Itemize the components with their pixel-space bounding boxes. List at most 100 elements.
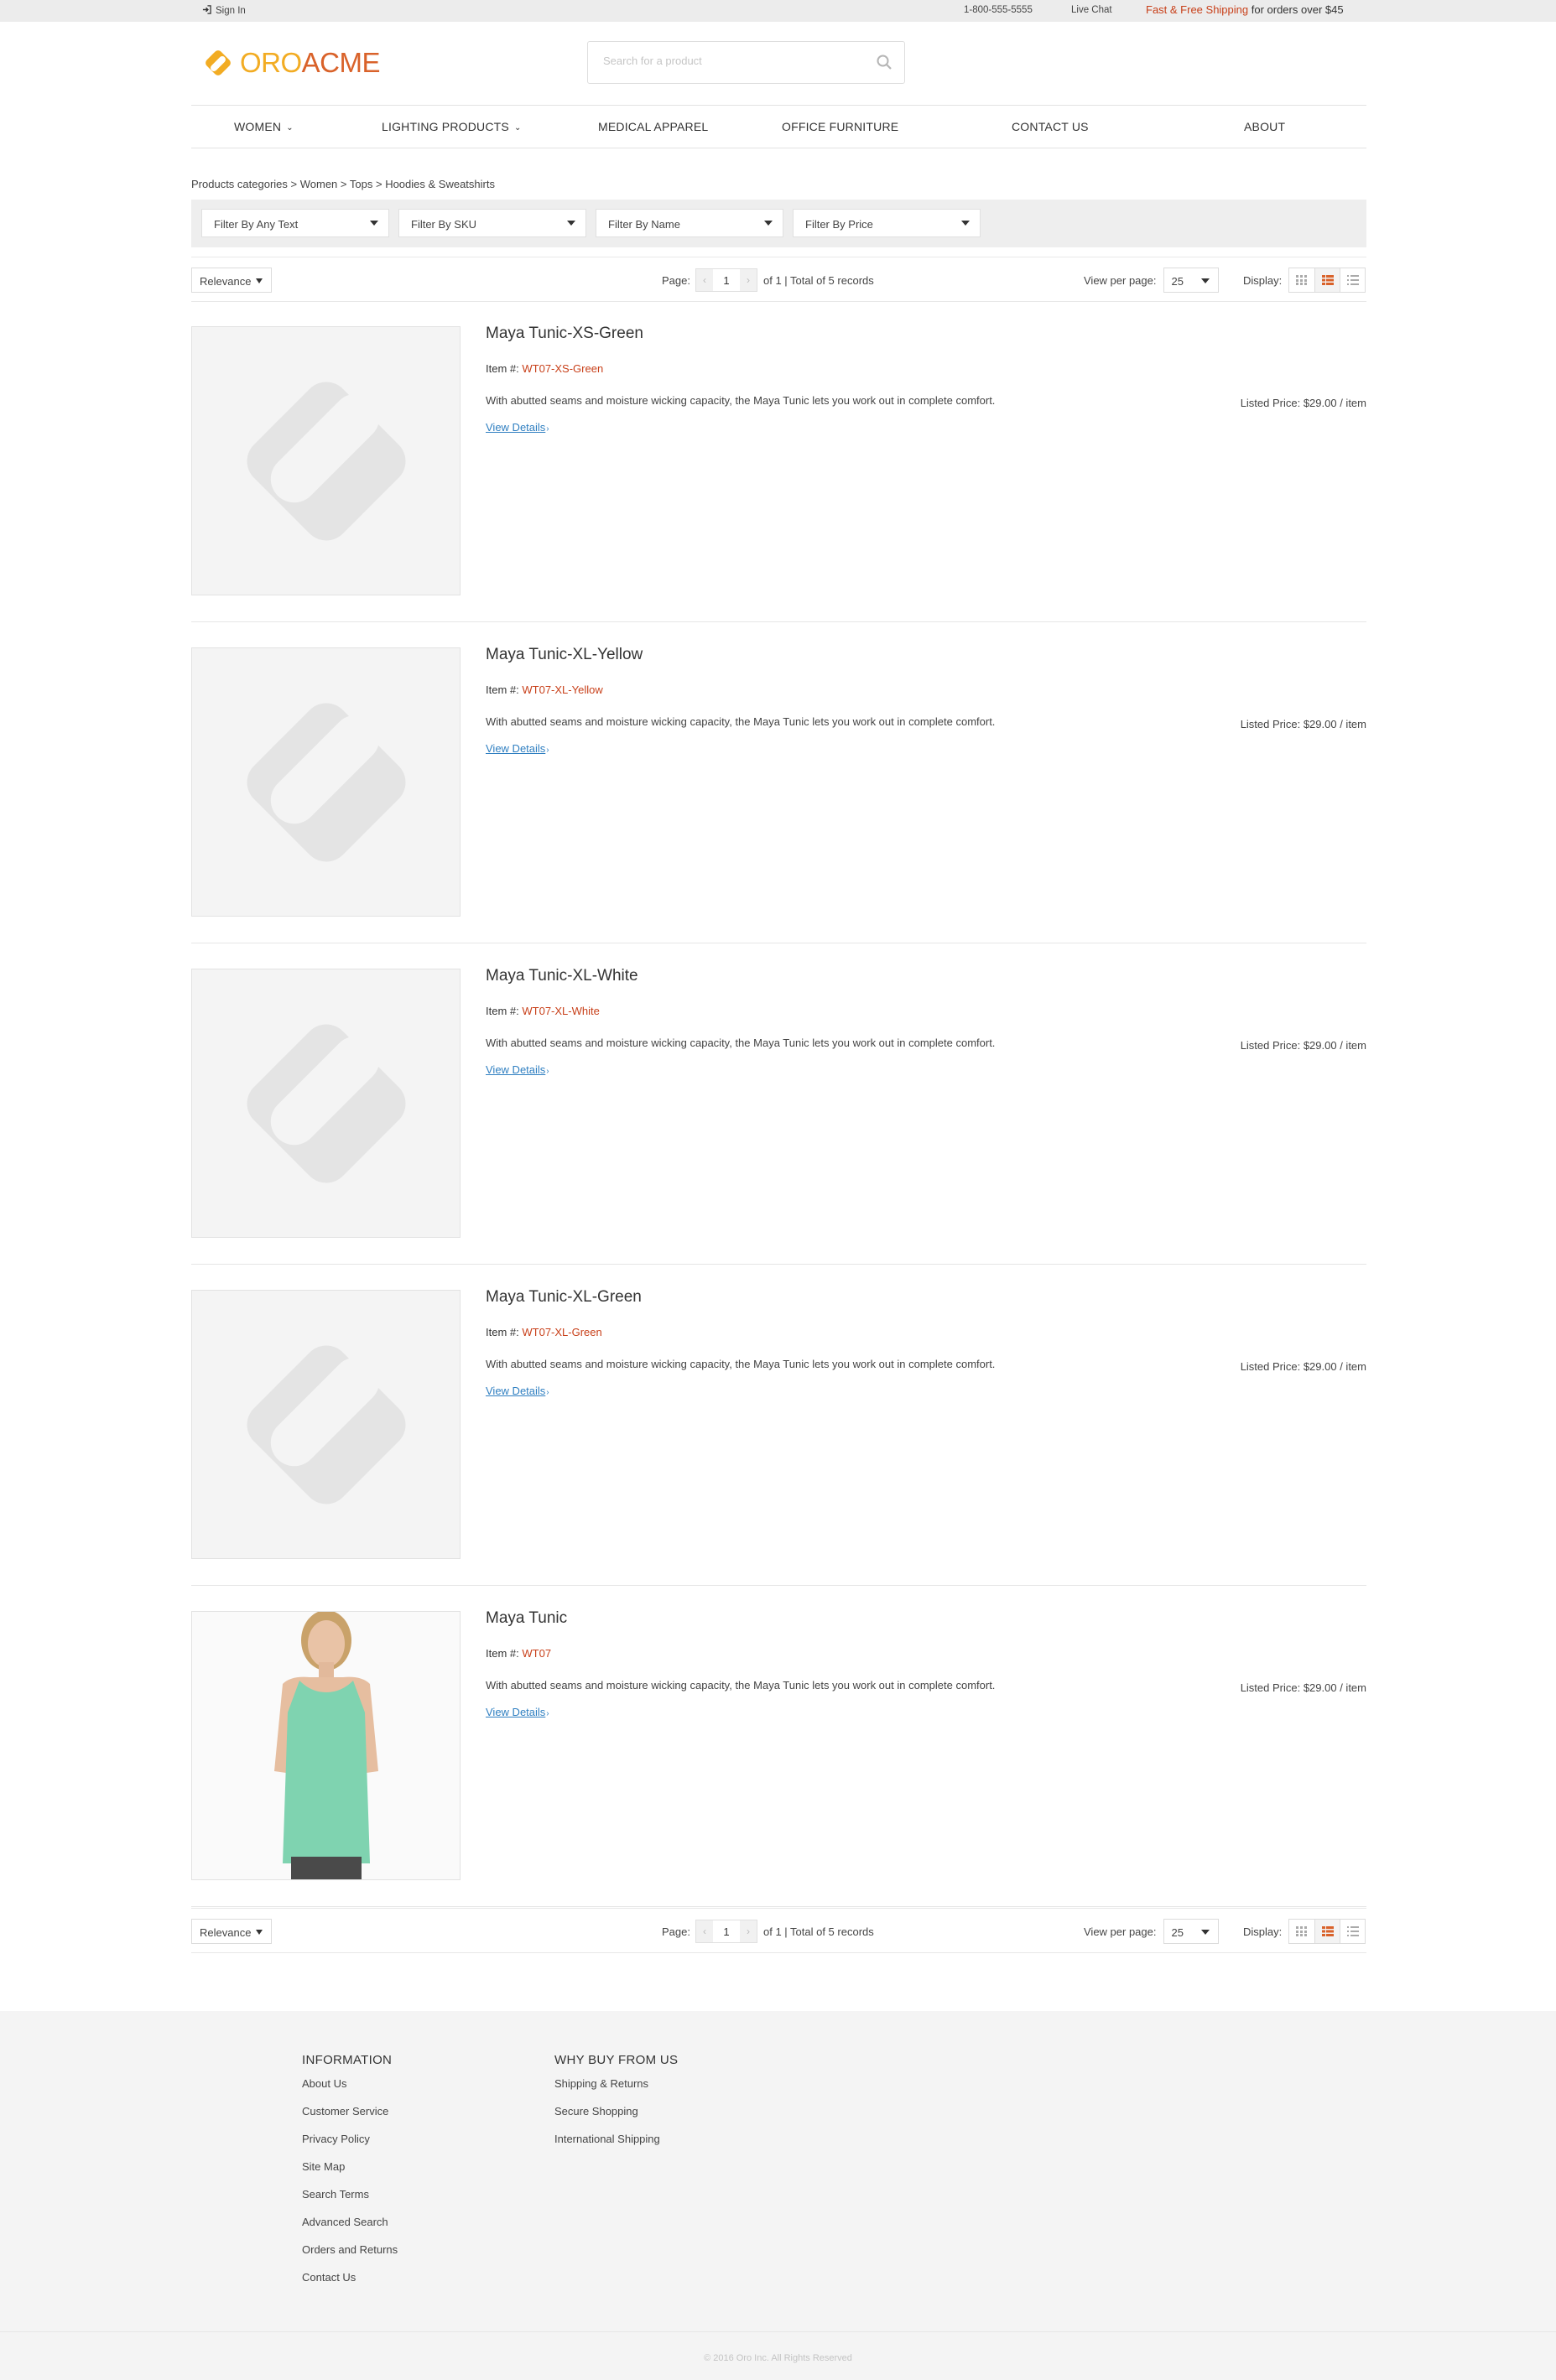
logo-mark-icon bbox=[206, 50, 231, 75]
caret-down-icon bbox=[256, 1930, 263, 1935]
product-description: With abutted seams and moisture wicking … bbox=[486, 1358, 996, 1370]
product-name[interactable]: Maya Tunic-XL-Yellow bbox=[486, 646, 643, 664]
next-page-button[interactable]: › bbox=[739, 1920, 757, 1942]
nav-item-about[interactable]: ABOUT bbox=[1244, 120, 1285, 133]
footer-heading: WHY BUY FROM US bbox=[554, 2053, 679, 2067]
display-label: Display: bbox=[1243, 1925, 1283, 1938]
view-details-link[interactable]: View Details› bbox=[486, 1385, 549, 1397]
footer-link-about-us[interactable]: About Us bbox=[302, 2077, 398, 2105]
chevron-right-icon: › bbox=[546, 1709, 549, 1718]
tank-top-photo bbox=[274, 1612, 378, 1879]
caret-down-icon bbox=[1200, 278, 1210, 283]
footer-link-contact-us[interactable]: Contact Us bbox=[302, 2271, 398, 2299]
sign-in-link[interactable]: Sign In bbox=[202, 5, 246, 17]
search-input[interactable] bbox=[603, 55, 855, 67]
page-number-input[interactable] bbox=[712, 273, 740, 287]
breadcrumb-item[interactable]: Tops bbox=[350, 178, 372, 190]
product-sku: Item #: WT07-XL-Green bbox=[486, 1326, 602, 1338]
per-page-label: View per page: bbox=[1084, 273, 1157, 287]
nav-item-medical-apparel[interactable]: MEDICAL APPAREL bbox=[598, 120, 708, 133]
list-view-button[interactable] bbox=[1314, 268, 1340, 292]
display-mode: Display: bbox=[1243, 268, 1366, 293]
live-chat-link[interactable]: Live Chat bbox=[1071, 5, 1112, 15]
per-page: View per page: 25 bbox=[1084, 1919, 1219, 1944]
listing-toolbar-bottom: Relevance Page: ‹ › of 1 | Total of 5 re… bbox=[191, 1908, 1366, 1953]
product-name[interactable]: Maya Tunic-XS-Green bbox=[486, 325, 643, 343]
footer-link-secure-shopping[interactable]: Secure Shopping bbox=[554, 2105, 678, 2133]
chevron-right-icon: › bbox=[546, 1067, 549, 1076]
product-image-placeholder[interactable] bbox=[191, 326, 461, 595]
nav-item-lighting-products[interactable]: LIGHTING PRODUCTS ⌄ bbox=[382, 120, 522, 133]
search-icon[interactable] bbox=[876, 54, 892, 73]
nav-item-contact-us[interactable]: CONTACT US bbox=[1012, 120, 1089, 133]
page-total: of 1 | Total of 5 records bbox=[762, 273, 874, 287]
product-item: Maya Tunic-XS-Green Item #: WT07-XS-Gree… bbox=[191, 301, 1366, 622]
per-page-select[interactable]: 25 bbox=[1163, 1919, 1219, 1944]
image-placeholder-icon bbox=[247, 1024, 406, 1183]
page-number-input[interactable] bbox=[712, 1925, 740, 1938]
compact-view-button[interactable] bbox=[1340, 268, 1366, 292]
product-image-placeholder[interactable] bbox=[191, 1290, 461, 1559]
product-name[interactable]: Maya Tunic bbox=[486, 1609, 567, 1628]
prev-page-button[interactable]: ‹ bbox=[695, 1920, 713, 1942]
sort-select[interactable]: Relevance bbox=[191, 1919, 272, 1944]
footer-link-advanced-search[interactable]: Advanced Search bbox=[302, 2216, 398, 2243]
chevron-right-icon: › bbox=[546, 1388, 549, 1397]
footer-link-privacy-policy[interactable]: Privacy Policy bbox=[302, 2133, 398, 2160]
prev-page-button[interactable]: ‹ bbox=[695, 269, 713, 291]
sign-in-icon bbox=[202, 5, 211, 17]
product-name[interactable]: Maya Tunic-XL-White bbox=[486, 967, 638, 985]
product-image[interactable] bbox=[191, 1611, 461, 1880]
product-price: Listed Price: $29.00 / item bbox=[1240, 1360, 1366, 1373]
caret-down-icon bbox=[1200, 1930, 1210, 1935]
per-page-label: View per page: bbox=[1084, 1925, 1157, 1938]
product-item: Maya Tunic-XL-Yellow Item #: WT07-XL-Yel… bbox=[191, 622, 1366, 943]
nav-item-women[interactable]: WOMEN ⌄ bbox=[234, 120, 294, 133]
chevron-right-icon: › bbox=[546, 424, 549, 434]
search-box bbox=[587, 41, 905, 84]
breadcrumb-item-current[interactable]: Hoodies & Sweatshirts bbox=[385, 178, 495, 190]
image-placeholder-icon bbox=[247, 382, 406, 541]
breadcrumb-item[interactable]: Women bbox=[300, 178, 338, 190]
footer-link-shipping-returns[interactable]: Shipping & Returns bbox=[554, 2077, 678, 2105]
product-item: Maya Tunic-XL-White Item #: WT07-XL-Whit… bbox=[191, 943, 1366, 1265]
grid-icon bbox=[1296, 275, 1308, 285]
list-view-button[interactable] bbox=[1314, 1920, 1340, 1943]
filter-name[interactable]: Filter By Name bbox=[596, 209, 783, 237]
image-placeholder-icon bbox=[247, 703, 406, 862]
footer-link-site-map[interactable]: Site Map bbox=[302, 2160, 398, 2188]
filter-any-text[interactable]: Filter By Any Text bbox=[201, 209, 389, 237]
page-label: Page: bbox=[662, 1925, 690, 1938]
footer-why-buy: WHY BUY FROM US Shipping & Returns Secur… bbox=[554, 2053, 678, 2160]
view-details-link[interactable]: View Details› bbox=[486, 742, 549, 755]
breadcrumb: Products categories > Women > Tops > Hoo… bbox=[191, 178, 495, 190]
gallery-view-button[interactable] bbox=[1289, 268, 1315, 292]
filter-sku[interactable]: Filter By SKU bbox=[398, 209, 586, 237]
view-details-link[interactable]: View Details› bbox=[486, 1706, 549, 1718]
shipping-promo-highlight[interactable]: Fast & Free Shipping bbox=[1146, 3, 1248, 16]
sort-select[interactable]: Relevance bbox=[191, 268, 272, 293]
footer-link-customer-service[interactable]: Customer Service bbox=[302, 2105, 398, 2133]
phone-number: 1-800-555-5555 bbox=[964, 5, 1033, 15]
main-nav: WOMEN ⌄ LIGHTING PRODUCTS ⌄ MEDICAL APPARE… bbox=[191, 105, 1366, 148]
next-page-button[interactable]: › bbox=[739, 269, 757, 291]
list-images-icon bbox=[1321, 1926, 1334, 1936]
product-image-placeholder[interactable] bbox=[191, 647, 461, 917]
footer-link-international-shipping[interactable]: International Shipping bbox=[554, 2133, 678, 2160]
site-logo[interactable]: OROACME bbox=[203, 47, 381, 79]
nav-item-office-furniture[interactable]: OFFICE FURNITURE bbox=[782, 120, 898, 133]
view-details-link[interactable]: View Details› bbox=[486, 1063, 549, 1076]
per-page-select[interactable]: 25 bbox=[1163, 268, 1219, 293]
view-details-link[interactable]: View Details› bbox=[486, 421, 549, 434]
product-name[interactable]: Maya Tunic-XL-Green bbox=[486, 1288, 642, 1307]
shipping-promo: Fast & Free Shipping for orders over $45 bbox=[1146, 3, 1344, 16]
footer-link-search-terms[interactable]: Search Terms bbox=[302, 2188, 398, 2216]
compact-view-button[interactable] bbox=[1340, 1920, 1366, 1943]
breadcrumb-item[interactable]: Products categories bbox=[191, 178, 288, 190]
footer-link-orders-and-returns[interactable]: Orders and Returns bbox=[302, 2243, 398, 2271]
product-image-placeholder[interactable] bbox=[191, 969, 461, 1238]
filter-price[interactable]: Filter By Price bbox=[793, 209, 981, 237]
product-description: With abutted seams and moisture wicking … bbox=[486, 1037, 996, 1049]
caret-down-icon bbox=[370, 221, 378, 226]
gallery-view-button[interactable] bbox=[1289, 1920, 1315, 1943]
